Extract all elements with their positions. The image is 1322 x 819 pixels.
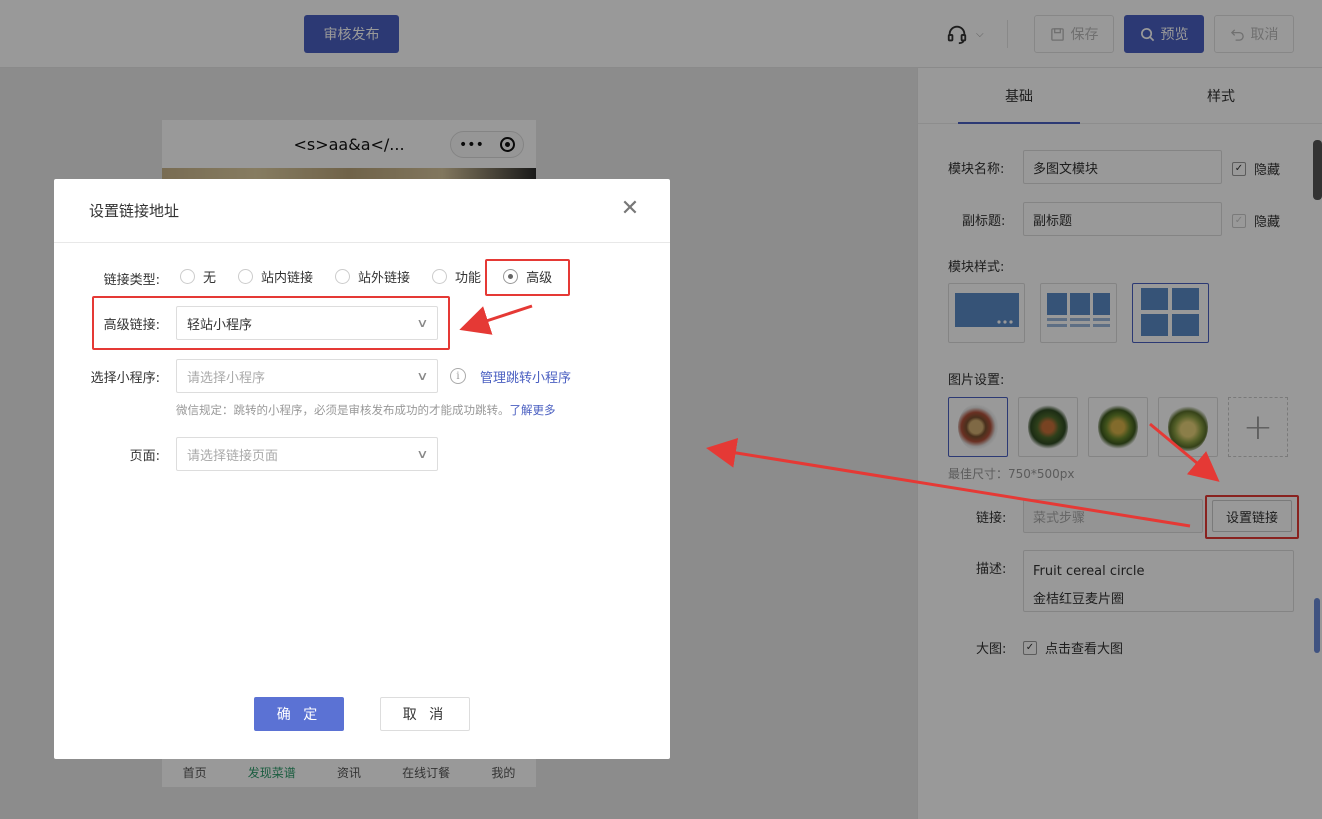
annotation-highlight <box>92 296 450 350</box>
annotation-highlight <box>485 259 570 296</box>
radio-none[interactable]: 无 <box>180 267 216 286</box>
select-placeholder: 请选择小程序 <box>187 370 266 386</box>
set-link-dialog: 设置链接地址 ✕ 链接类型: 无 站内链接 站外链接 功能 高级 高级链接: 轻… <box>54 179 670 759</box>
radio-label: 站外链接 <box>358 271 411 286</box>
learn-more-link[interactable]: 了解更多 <box>510 403 556 417</box>
radio-function[interactable]: 功能 <box>432 267 481 286</box>
radio-label: 站内链接 <box>261 271 314 286</box>
radio-icon <box>432 269 448 284</box>
note-text: 微信规定：跳转的小程序，必须是审核发布成功的才能成功跳转。 <box>176 403 510 417</box>
select-placeholder: 请选择链接页面 <box>187 448 279 464</box>
radio-icon <box>180 269 195 284</box>
dialog-header: 设置链接地址 ✕ <box>54 179 670 243</box>
radio-external-link[interactable]: 站外链接 <box>335 267 410 286</box>
link-type-label: 链接类型: <box>103 273 160 288</box>
page-select[interactable]: 请选择链接页面 ∨ <box>176 437 438 471</box>
wechat-rule-note: 微信规定：跳转的小程序，必须是审核发布成功的才能成功跳转。了解更多 <box>176 402 556 418</box>
radio-icon <box>238 269 254 284</box>
cancel-button[interactable]: 取 消 <box>380 697 470 731</box>
confirm-button[interactable]: 确 定 <box>254 697 344 731</box>
page-label: 页面: <box>129 449 160 464</box>
info-icon[interactable]: i <box>450 368 466 384</box>
chevron-down-icon: ∨ <box>416 369 429 383</box>
chevron-down-icon: ∨ <box>416 447 429 461</box>
mini-program-select[interactable]: 请选择小程序 ∨ <box>176 359 438 393</box>
close-icon[interactable]: ✕ <box>620 198 640 220</box>
radio-internal-link[interactable]: 站内链接 <box>238 267 313 286</box>
mini-program-label: 选择小程序: <box>90 371 160 386</box>
radio-label: 无 <box>203 271 217 286</box>
radio-label: 功能 <box>455 271 482 286</box>
dialog-title: 设置链接地址 <box>89 202 180 220</box>
radio-icon <box>335 269 351 284</box>
manage-mini-program-link[interactable]: 管理跳转小程序 <box>480 367 571 386</box>
